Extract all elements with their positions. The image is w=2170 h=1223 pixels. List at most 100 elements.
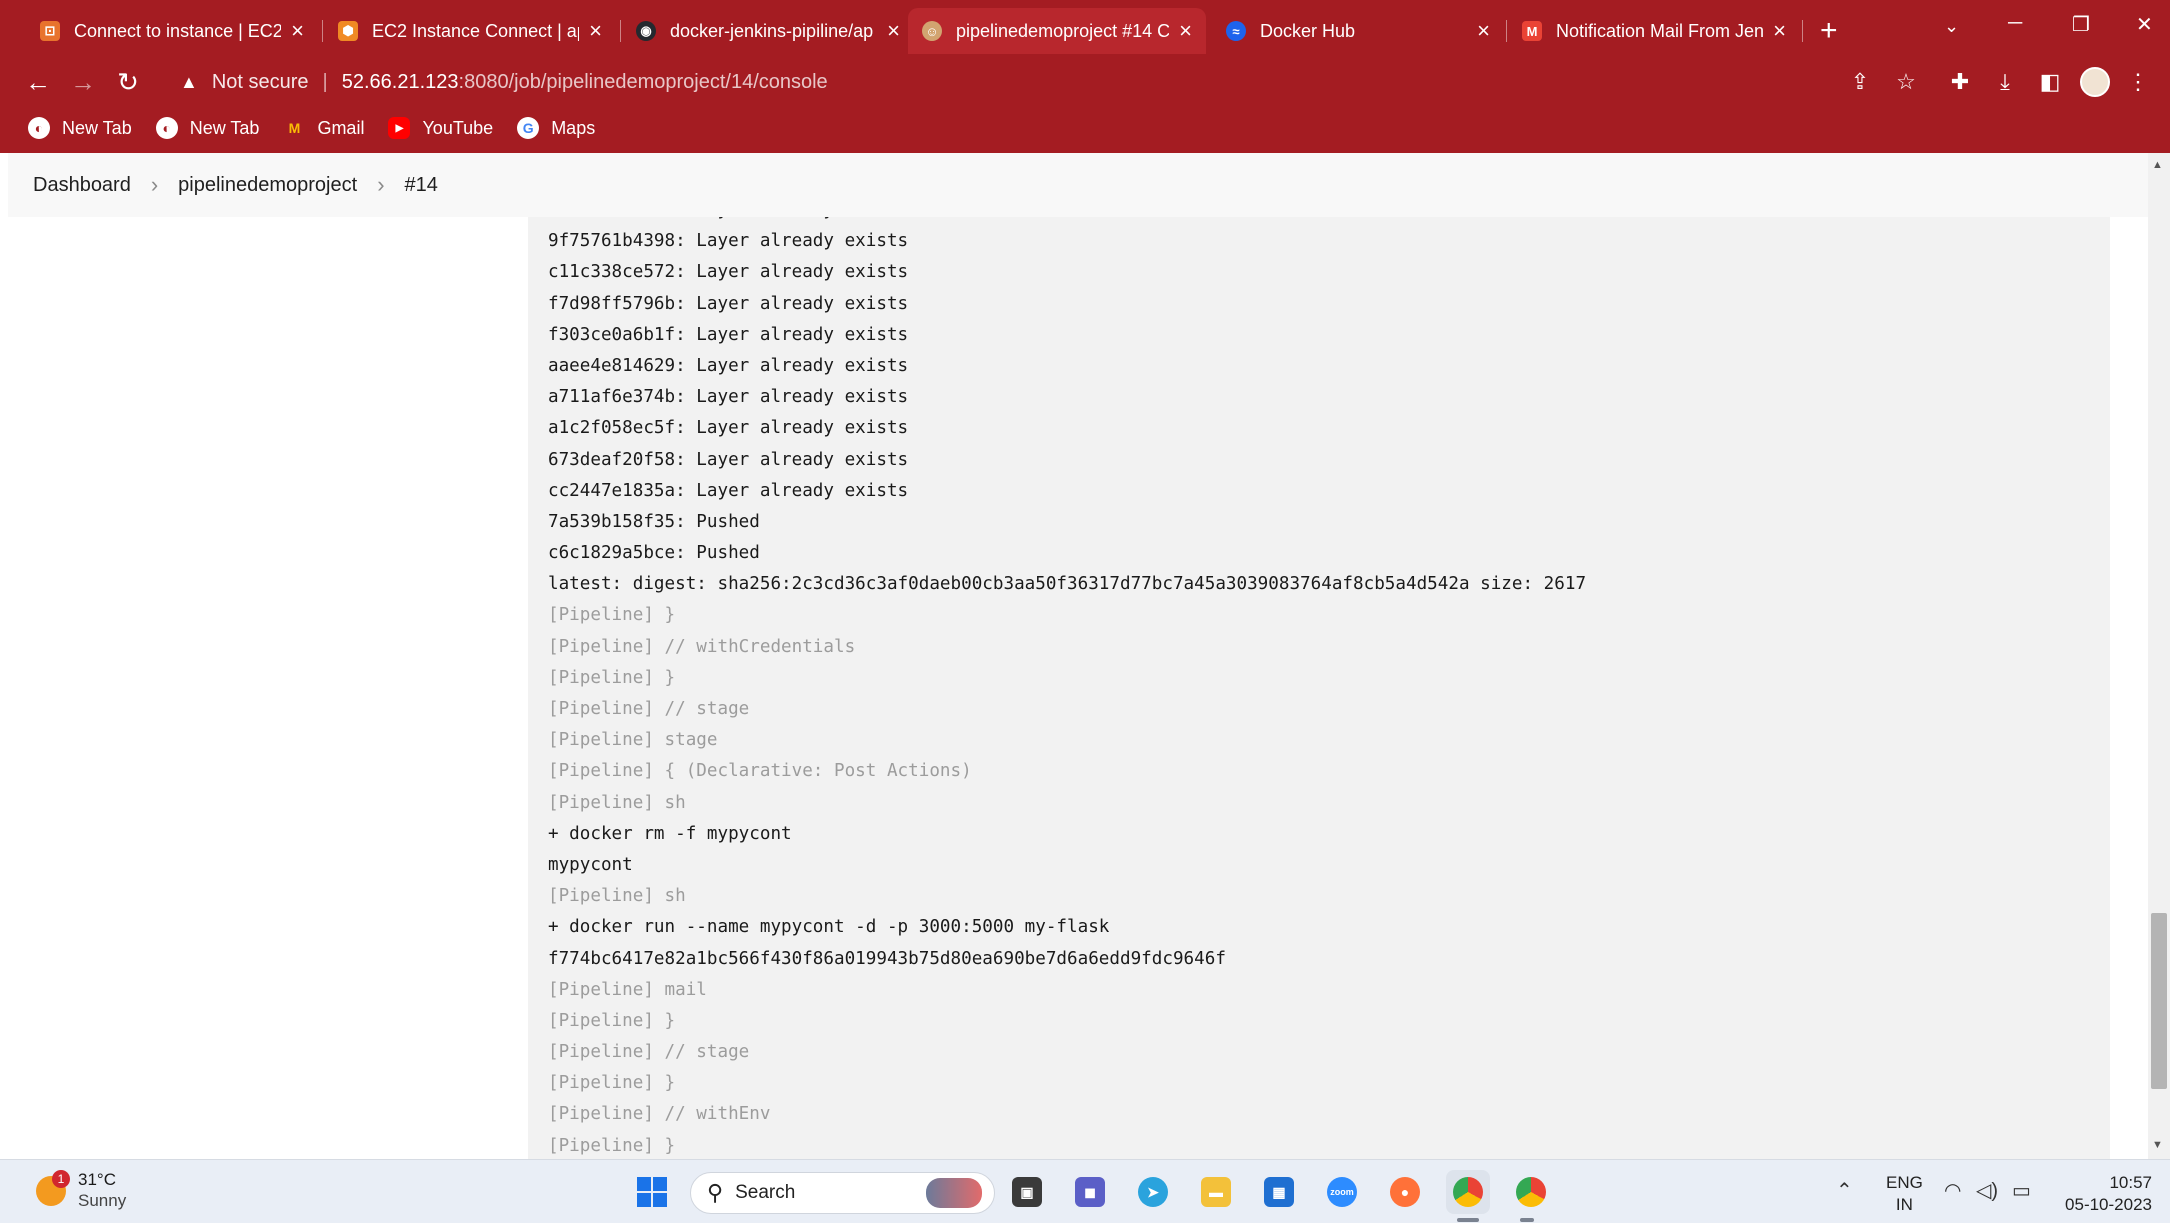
extensions-puzzle-icon[interactable]: ✚ <box>1940 62 1980 102</box>
bookmark-maps[interactable]: G Maps <box>517 117 595 139</box>
taskbar-search[interactable]: ⚲ Search <box>690 1172 995 1214</box>
bookmark-star-icon[interactable]: ☆ <box>1886 62 1926 102</box>
bookmark-new-tab-1[interactable]: ◐ New Tab <box>28 117 132 139</box>
tab-title: Notification Mail From Jen <box>1556 20 1764 41</box>
pipeline-step-line: [Pipeline] } <box>548 1010 676 1031</box>
wifi-icon[interactable]: ◠ <box>1944 1178 1961 1203</box>
tab-ec2-instance-connect[interactable]: ⬢ EC2 Instance Connect | ap- × <box>324 8 616 54</box>
page-scrollbar[interactable]: ▲ ▼ <box>2148 153 2170 1159</box>
window-close-icon[interactable]: ✕ <box>2136 12 2153 37</box>
breadcrumb-build[interactable]: #14 <box>405 174 438 197</box>
tab-title: EC2 Instance Connect | ap- <box>372 20 580 41</box>
clock-time: 10:57 <box>2109 1173 2152 1192</box>
bookmark-label: Gmail <box>317 117 365 138</box>
chrome-profile-button[interactable] <box>1509 1170 1553 1214</box>
file-explorer-icon: ▬ <box>1201 1177 1231 1207</box>
teams-chat-button[interactable]: ◼ <box>1068 1170 1112 1214</box>
pipeline-step-line: [Pipeline] // stage <box>548 1042 750 1063</box>
zoom-icon: zoom <box>1327 1177 1357 1207</box>
pipeline-step-line: [Pipeline] } <box>548 605 676 626</box>
google-icon: G <box>517 117 540 139</box>
scroll-down-icon[interactable]: ▼ <box>2152 1139 2163 1151</box>
console-output-line: dc0b5afc1c8c: Layer already exists <box>548 217 1586 226</box>
console-output-line: cc2447e1835a: Layer already exists <box>548 480 909 501</box>
close-tab-icon[interactable]: × <box>589 18 602 44</box>
bookmark-youtube[interactable]: ▶ YouTube <box>388 117 493 139</box>
pipeline-step-line: [Pipeline] // stage <box>548 699 750 719</box>
console-output-line: f7d98ff5796b: Layer already exists <box>548 293 909 314</box>
bookmark-new-tab-2[interactable]: ◐ New Tab <box>155 117 259 139</box>
docker-icon: ≈ <box>1226 21 1246 41</box>
microsoft-store-button[interactable]: ▦ <box>1257 1170 1301 1214</box>
close-tab-icon[interactable]: × <box>1773 18 1786 44</box>
close-tab-icon[interactable]: × <box>291 18 304 44</box>
browser-chrome: ⊡ Connect to instance | EC2 | × ⬢ EC2 In… <box>0 0 2170 153</box>
tab-search-chevron-icon[interactable]: ⌄ <box>1944 16 1959 37</box>
firefox-button[interactable]: ● <box>1383 1170 1427 1214</box>
console-output-line: mypycont <box>548 854 633 875</box>
jenkins-icon: ☺ <box>922 21 942 41</box>
profile-avatar-icon[interactable] <box>2075 62 2115 102</box>
console-output-line: c11c338ce572: Layer already exists <box>548 262 909 283</box>
address-bar[interactable]: ▲ Not secure | 52.66.21.123:8080/job/pip… <box>158 60 1931 104</box>
pipeline-step-line: [Pipeline] stage <box>548 730 718 751</box>
telegram-button[interactable]: ➤ <box>1131 1170 1175 1214</box>
bookmark-gmail[interactable]: M Gmail <box>283 117 365 139</box>
address-separator: | <box>322 70 328 93</box>
volume-icon[interactable]: ◁) <box>1976 1178 1998 1203</box>
tab-title: pipelinedemoproject #14 C <box>956 20 1170 41</box>
new-tab-button[interactable]: + <box>1820 8 1838 54</box>
downloads-icon[interactable]: ⤓ <box>1985 62 2025 102</box>
bookmark-label: Maps <box>551 117 596 138</box>
side-panel-icon[interactable]: ◧ <box>2030 62 2070 102</box>
tab-title: docker-jenkins-pipiline/ap <box>670 20 874 41</box>
restore-icon[interactable]: ❐ <box>2072 12 2090 37</box>
github-icon: ◉ <box>636 21 656 41</box>
console-output-line: + docker rm -f mypycont <box>548 823 792 844</box>
task-view-button[interactable]: ▣ <box>1005 1170 1049 1214</box>
tab-jenkins-console[interactable]: ☺ pipelinedemoproject #14 C × <box>908 8 1206 54</box>
tab-gmail-notification[interactable]: M Notification Mail From Jen × <box>1508 8 1800 54</box>
task-view-icon: ▣ <box>1012 1177 1042 1207</box>
zoom-button[interactable]: zoom <box>1320 1170 1364 1214</box>
breadcrumb-dashboard[interactable]: Dashboard <box>33 174 131 197</box>
start-button[interactable] <box>630 1170 674 1214</box>
aws-ec2-icon: ⊡ <box>40 21 60 41</box>
tab-github-repo[interactable]: ◉ docker-jenkins-pipiline/ap × <box>622 8 914 54</box>
chevron-right-icon: › <box>377 172 385 197</box>
bookmark-label: YouTube <box>422 117 494 138</box>
close-tab-icon[interactable]: × <box>887 18 900 44</box>
show-hidden-icons-chevron-icon[interactable]: ⌃ <box>1836 1178 1853 1203</box>
gmail-icon: M <box>288 120 301 136</box>
console-output-line: f774bc6417e82a1bc566f430f86a019943b75d80… <box>548 948 1226 969</box>
chevron-right-icon: › <box>150 172 159 197</box>
console-output-line: 673deaf20f58: Layer already exists <box>548 449 909 470</box>
breadcrumb-job[interactable]: pipelinedemoproject <box>178 174 357 197</box>
tab-separator <box>620 20 621 42</box>
close-tab-icon[interactable]: × <box>1477 18 1490 44</box>
tab-separator <box>1802 20 1803 42</box>
reload-icon[interactable]: ↻ <box>108 62 148 102</box>
minimize-icon[interactable]: ─ <box>2008 12 2022 35</box>
share-icon[interactable]: ⇪ <box>1840 62 1880 102</box>
weather-widget[interactable]: 1 31°C Sunny <box>36 1170 126 1212</box>
pipeline-step-line: [Pipeline] } <box>548 667 676 688</box>
system-clock[interactable]: 10:57 05-10-2023 <box>2056 1172 2152 1216</box>
sun-icon: 1 <box>36 1170 70 1206</box>
scrollbar-thumb[interactable] <box>2151 913 2167 1089</box>
pipeline-step-line: [Pipeline] // withCredentials <box>548 636 856 657</box>
microsoft-store-icon: ▦ <box>1264 1177 1294 1207</box>
forward-icon[interactable]: → <box>63 62 103 102</box>
tab-connect-to-instance[interactable]: ⊡ Connect to instance | EC2 | × <box>26 8 318 54</box>
chrome-button[interactable] <box>1446 1170 1490 1214</box>
console-output-line: c6c1829a5bce: Pushed <box>548 543 760 564</box>
back-icon[interactable]: ← <box>18 62 58 102</box>
active-app-indicator <box>1457 1218 1479 1222</box>
menu-kebab-icon[interactable]: ⋮ <box>2118 62 2158 102</box>
file-explorer-button[interactable]: ▬ <box>1194 1170 1238 1214</box>
close-tab-icon[interactable]: × <box>1179 18 1192 44</box>
input-language[interactable]: ENG IN <box>1886 1172 1923 1216</box>
tab-docker-hub[interactable]: ≈ Docker Hub × <box>1212 8 1504 54</box>
scroll-up-icon[interactable]: ▲ <box>2152 159 2163 171</box>
battery-icon[interactable]: ▭ <box>2012 1178 2031 1203</box>
